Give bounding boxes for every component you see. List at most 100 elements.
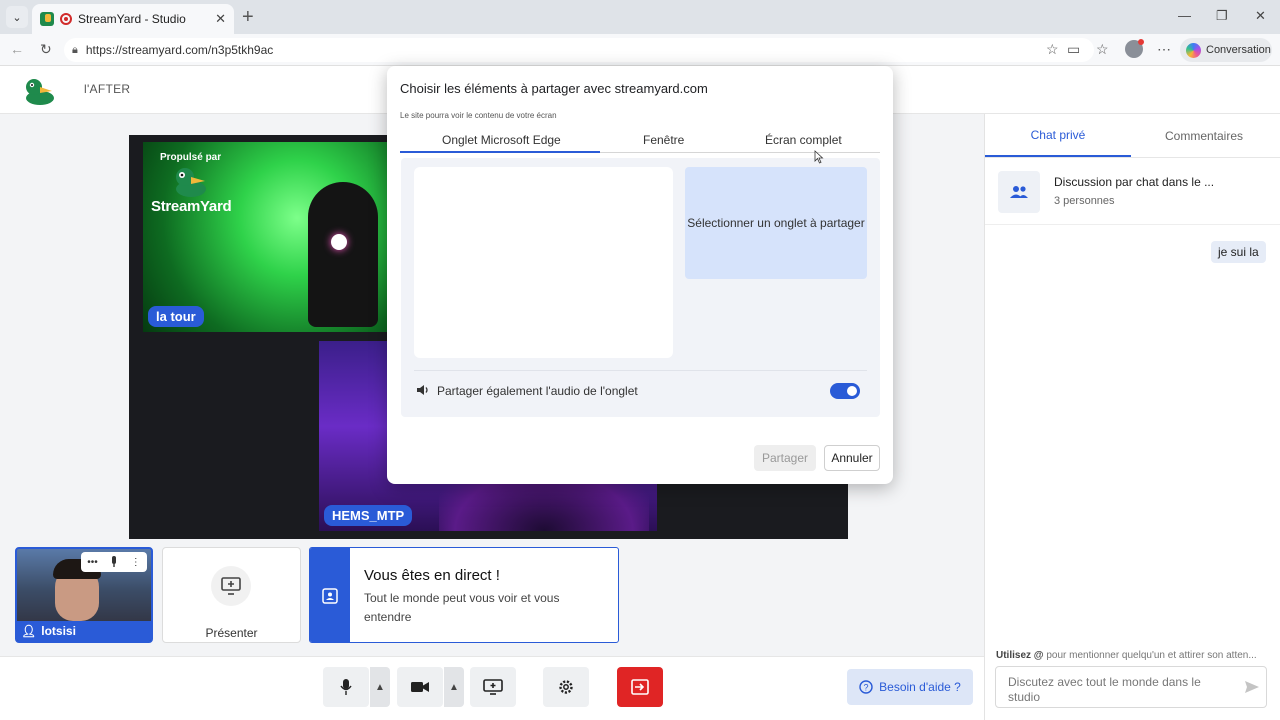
conversation-label: Conversation bbox=[1206, 44, 1271, 56]
self-camera-tile[interactable]: ••• ⋮ 👤︎ lotsisi bbox=[15, 547, 153, 643]
microphone-icon[interactable] bbox=[110, 556, 118, 568]
close-tab-icon[interactable]: ✕ bbox=[215, 11, 226, 27]
chevron-up-icon: ▲ bbox=[375, 681, 385, 693]
tab-window[interactable]: Fenêtre bbox=[643, 133, 684, 153]
group-icon bbox=[998, 171, 1040, 213]
leave-studio-button[interactable] bbox=[617, 667, 663, 707]
present-label: Présenter bbox=[205, 626, 258, 640]
dialog-title: Choisir les éléments à partager avec str… bbox=[400, 81, 708, 96]
new-tab-button[interactable]: + bbox=[242, 7, 254, 27]
discussion-title: Discussion par chat dans le ... bbox=[1054, 175, 1215, 189]
help-button[interactable]: ? Besoin d'aide ? bbox=[847, 669, 973, 705]
camera-button[interactable] bbox=[397, 667, 443, 707]
tab-browser-tab[interactable]: Onglet Microsoft Edge bbox=[442, 133, 561, 153]
minimize-window-icon[interactable]: — bbox=[1178, 8, 1191, 23]
copilot-icon bbox=[1186, 42, 1201, 58]
chat-side-panel: Chat privé Commentaires Discussion par c… bbox=[984, 114, 1280, 720]
camera-options-caret[interactable]: ▲ bbox=[444, 667, 464, 707]
dialog-description: Le site pourra voir le contenu de votre … bbox=[400, 111, 557, 120]
favorite-star-icon[interactable]: ☆ bbox=[1046, 41, 1059, 58]
tab-title: StreamYard - Studio bbox=[78, 12, 186, 26]
browser-tab-streamyard[interactable]: StreamYard - Studio ✕ bbox=[32, 4, 234, 34]
close-window-icon[interactable]: ✕ bbox=[1255, 8, 1266, 24]
notification-dot bbox=[1138, 39, 1144, 45]
live-title: Vous êtes en direct ! bbox=[364, 567, 500, 584]
share-audio-row: Partager également l'audio de l'onglet bbox=[414, 370, 867, 410]
mention-hint: Utilisez @ pour mentionner quelqu'un et … bbox=[996, 650, 1276, 661]
question-circle-icon: ? bbox=[859, 680, 873, 694]
share-button[interactable]: Partager bbox=[754, 445, 816, 471]
restore-window-icon[interactable]: ❐ bbox=[1216, 8, 1228, 24]
camera-permission-icon[interactable]: ▭ bbox=[1067, 41, 1080, 58]
more-options-icon[interactable]: ⋯ bbox=[1157, 41, 1171, 58]
self-name-bar: 👤︎ lotsisi bbox=[17, 621, 151, 641]
guest-name-label: la tour bbox=[148, 306, 204, 327]
video-camera-icon bbox=[411, 682, 429, 692]
mention-hint-text: pour mentionner quelqu'un et attirer son… bbox=[1043, 650, 1257, 661]
present-tile[interactable]: Présenter bbox=[162, 547, 301, 643]
live-banner-side bbox=[310, 548, 350, 642]
cancel-button[interactable]: Annuler bbox=[824, 445, 880, 471]
site-info-icon[interactable]: 🔒︎ bbox=[72, 44, 78, 57]
back-arrow-icon[interactable]: ← bbox=[10, 41, 24, 57]
share-screen-icon bbox=[483, 679, 503, 695]
chevron-up-icon: ▲ bbox=[449, 681, 459, 693]
share-audio-toggle[interactable] bbox=[830, 383, 860, 399]
camera-tile-controls: ••• ⋮ bbox=[81, 552, 147, 572]
microphone-icon bbox=[340, 679, 352, 695]
tabs-divider bbox=[985, 157, 1280, 158]
address-bar[interactable]: 🔒︎ https://streamyard.com/n3p5tkh9ac bbox=[64, 38, 1094, 62]
tab-actions-menu-button[interactable]: ⌄ bbox=[6, 6, 28, 28]
streamyard-watermark-text: StreamYard bbox=[151, 198, 232, 215]
svg-text:?: ? bbox=[864, 683, 869, 693]
reload-icon[interactable]: ↻ bbox=[40, 41, 52, 58]
present-screen-icon bbox=[211, 566, 251, 606]
show-name: l'AFTER bbox=[84, 82, 131, 96]
tab-entire-screen[interactable]: Écran complet bbox=[765, 133, 842, 153]
browser-toolbar: ← ↻ 🔒︎ https://streamyard.com/n3p5tkh9ac… bbox=[0, 34, 1280, 66]
url-text: https://streamyard.com/n3p5tkh9ac bbox=[85, 43, 274, 57]
share-screen-button[interactable] bbox=[470, 667, 516, 707]
send-icon[interactable] bbox=[1244, 680, 1260, 694]
help-label: Besoin d'aide ? bbox=[879, 680, 961, 694]
video-figure bbox=[308, 182, 378, 327]
streamyard-logo-icon[interactable] bbox=[22, 76, 58, 106]
settings-button[interactable] bbox=[543, 667, 589, 707]
browser-tabstrip: ⌄ StreamYard - Studio ✕ + — ❐ ✕ bbox=[0, 0, 1280, 34]
discussion-card[interactable]: Discussion par chat dans le ... 3 person… bbox=[985, 161, 1280, 225]
person-icon: 👤︎ bbox=[21, 624, 37, 638]
streamyard-favicon-icon bbox=[40, 12, 54, 26]
share-source-pane: Sélectionner un onglet à partager Partag… bbox=[401, 158, 880, 417]
recording-indicator-icon bbox=[60, 13, 72, 25]
more-dots-icon[interactable]: ••• bbox=[87, 557, 98, 568]
gear-icon bbox=[559, 680, 573, 694]
tab-preview bbox=[414, 167, 673, 358]
favorites-icon[interactable]: ☆ bbox=[1096, 41, 1109, 58]
share-audio-label: Partager également l'audio de l'onglet bbox=[437, 384, 638, 398]
select-tab-prompt: Sélectionner un onglet à partager bbox=[687, 216, 865, 230]
chat-input-placeholder: Discutez avec tout le monde dans le stud… bbox=[1008, 675, 1201, 704]
tab-private-chat[interactable]: Chat privé bbox=[985, 114, 1131, 157]
tab-comments[interactable]: Commentaires bbox=[1131, 114, 1277, 157]
mention-hint-bold: Utilisez @ bbox=[996, 650, 1044, 661]
live-subtitle: Tout le monde peut vous voir et vous ent… bbox=[364, 591, 560, 624]
copilot-conversation-button[interactable]: Conversation bbox=[1180, 38, 1272, 62]
kebab-menu-icon[interactable]: ⋮ bbox=[131, 557, 141, 568]
exit-icon bbox=[631, 679, 649, 695]
chevron-down-icon: ⌄ bbox=[12, 11, 22, 24]
microphone-button[interactable] bbox=[323, 667, 369, 707]
badge-icon bbox=[322, 588, 338, 604]
speaker-icon bbox=[417, 385, 428, 395]
discussion-participants: 3 personnes bbox=[1054, 195, 1115, 207]
mouse-cursor-icon bbox=[814, 150, 824, 164]
active-tab-indicator bbox=[400, 151, 600, 153]
chat-input[interactable]: Discutez avec tout le monde dans le stud… bbox=[995, 666, 1267, 708]
guest-name-label: HEMS_MTP bbox=[324, 505, 413, 526]
powered-by-label: Propulsé par bbox=[160, 152, 222, 163]
streamyard-watermark-icon bbox=[176, 168, 206, 197]
select-tab-option[interactable]: Sélectionner un onglet à partager bbox=[685, 167, 867, 279]
guest-video-la-tour[interactable]: Propulsé par StreamYard la tour bbox=[143, 142, 400, 332]
video-mask-light bbox=[331, 234, 347, 250]
live-status-banner: Vous êtes en direct ! Tout le monde peut… bbox=[309, 547, 619, 643]
microphone-options-caret[interactable]: ▲ bbox=[370, 667, 390, 707]
